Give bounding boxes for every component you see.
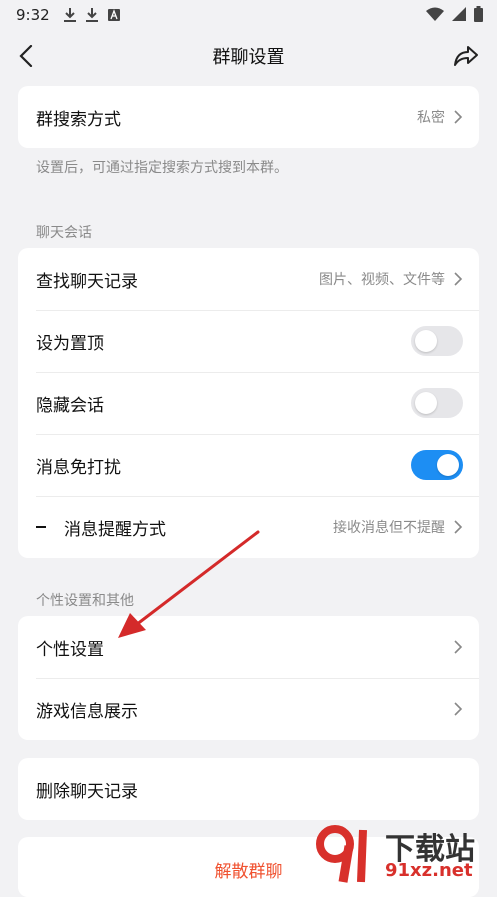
status-bar: 9:32 bbox=[0, 0, 497, 30]
hide-chat-toggle[interactable] bbox=[411, 388, 463, 418]
hide-chat-row: 隐藏会话 bbox=[18, 372, 479, 434]
find-chat-history-row[interactable]: 查找聊天记录 图片、视频、文件等 bbox=[18, 248, 479, 310]
row-label: 游戏信息展示 bbox=[36, 701, 138, 722]
do-not-disturb-row: 消息免打扰 bbox=[18, 434, 479, 496]
pin-chat-row: 设为置顶 bbox=[18, 310, 479, 372]
nav-bar: 群聊设置 bbox=[0, 30, 497, 82]
personal-settings-row[interactable]: 个性设置 bbox=[18, 616, 479, 678]
chat-card: 查找聊天记录 图片、视频、文件等 设为置顶 隐藏会话 消息免打扰 消息提醒方式 … bbox=[18, 248, 479, 558]
share-button[interactable] bbox=[451, 42, 481, 70]
personal-section-caption: 个性设置和其他 bbox=[36, 593, 134, 609]
chevron-right-icon bbox=[454, 702, 463, 716]
pin-chat-toggle[interactable] bbox=[411, 326, 463, 356]
watermark-logo: 下载站 91xz.net bbox=[313, 822, 493, 884]
group-search-method-row[interactable]: 群搜索方式 私密 bbox=[18, 86, 479, 148]
row-label: 设为置顶 bbox=[36, 333, 104, 354]
row-label: 消息免打扰 bbox=[36, 457, 121, 478]
chevron-right-icon bbox=[454, 110, 463, 124]
delete-card: 删除聊天记录 bbox=[18, 758, 479, 820]
wifi-icon bbox=[426, 7, 444, 21]
notify-method-row[interactable]: 消息提醒方式 接收消息但不提醒 bbox=[18, 496, 479, 558]
font-app-icon bbox=[107, 9, 120, 21]
row-label: 群搜索方式 bbox=[36, 109, 121, 130]
search-card: 群搜索方式 私密 bbox=[18, 86, 479, 148]
row-label: 消息提醒方式 bbox=[64, 519, 166, 540]
game-info-row[interactable]: 游戏信息展示 bbox=[18, 678, 479, 740]
chat-section-caption: 聊天会话 bbox=[36, 225, 92, 241]
dash-icon bbox=[36, 526, 46, 528]
row-label: 查找聊天记录 bbox=[36, 271, 138, 292]
personal-card: 个性设置 游戏信息展示 bbox=[18, 616, 479, 740]
download-icon bbox=[85, 8, 98, 22]
chevron-right-icon bbox=[454, 272, 463, 286]
watermark-url: 91xz.net bbox=[385, 860, 473, 881]
battery-icon bbox=[474, 6, 483, 22]
delete-chat-history-row[interactable]: 删除聊天记录 bbox=[18, 758, 479, 820]
page-title: 群聊设置 bbox=[212, 47, 285, 68]
row-label: 个性设置 bbox=[36, 639, 104, 660]
chevron-right-icon bbox=[454, 640, 463, 654]
do-not-disturb-toggle[interactable] bbox=[411, 450, 463, 480]
row-value: 图片、视频、文件等 bbox=[319, 272, 445, 288]
watermark-91-icon bbox=[316, 825, 367, 883]
share-icon bbox=[454, 46, 478, 66]
row-label: 删除聊天记录 bbox=[36, 781, 138, 802]
row-label: 隐藏会话 bbox=[36, 395, 104, 416]
row-value: 私密 bbox=[417, 110, 445, 126]
download-icon bbox=[63, 8, 76, 22]
status-time: 9:32 bbox=[16, 6, 50, 24]
search-hint: 设置后，可通过指定搜索方式搜到本群。 bbox=[36, 160, 288, 176]
chevron-right-icon bbox=[454, 520, 463, 534]
row-value: 接收消息但不提醒 bbox=[333, 520, 445, 536]
signal-icon bbox=[452, 7, 466, 21]
